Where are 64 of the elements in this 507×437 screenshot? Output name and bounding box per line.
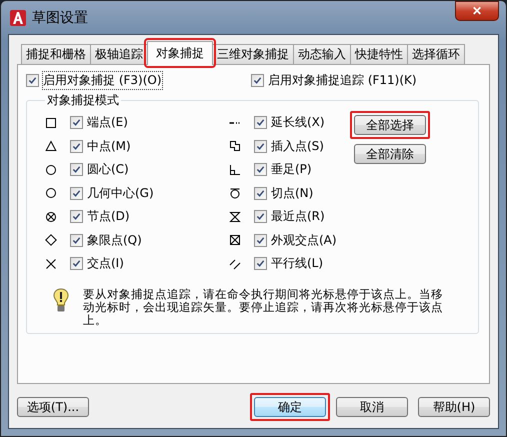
checkbox[interactable]	[251, 74, 264, 87]
crossed-square-icon	[229, 234, 241, 246]
checkbox[interactable]	[70, 210, 83, 224]
checkbox[interactable]	[254, 163, 267, 176]
checkbox-label[interactable]: 启用对象捕捉 (F3)(O)	[42, 71, 163, 90]
checkbox[interactable]	[70, 163, 83, 176]
checkbox-label[interactable]: 插入点(S)	[270, 136, 325, 156]
x-icon	[45, 258, 57, 270]
dialog-button[interactable]: 全部清除	[354, 144, 426, 164]
dialog-button[interactable]: 确定	[254, 397, 326, 417]
dialog-button[interactable]: 取消	[336, 397, 408, 417]
hourglass-icon	[229, 210, 241, 223]
checkbox-label[interactable]: 端点(E)	[86, 113, 129, 132]
checkbox[interactable]	[254, 116, 267, 130]
checkbox-label[interactable]: 启用对象捕捉追踪 (F11)(K)	[267, 71, 418, 90]
hint-text: 要从对象捕捉点追踪，请在命令执行期间将光标悬停于该点上。当移动光标时，会出现追踪矢量。要停止追踪，请再次将光标悬停于该点上。	[83, 288, 444, 326]
crossed-circle-icon	[45, 210, 57, 223]
checkbox[interactable]	[254, 257, 267, 270]
group-title: 对象捕捉模式	[46, 92, 120, 109]
tangent-icon	[229, 187, 241, 200]
checkbox-label[interactable]: 圆心(C)	[86, 160, 130, 180]
tab[interactable]: 三维对象捕捉	[212, 44, 294, 64]
checkbox-label[interactable]: 垂足(P)	[270, 160, 313, 180]
checkbox-label[interactable]: 切点(N)	[270, 184, 314, 203]
checkbox[interactable]	[70, 116, 83, 130]
tab[interactable]: 动态输入	[293, 44, 351, 64]
checkbox[interactable]	[254, 186, 267, 200]
dialog-button[interactable]: 帮助(H)	[418, 397, 490, 417]
checkbox[interactable]	[70, 257, 83, 270]
checkbox-label[interactable]: 象限点(Q)	[86, 230, 143, 250]
checkbox-label[interactable]: 平行线(L)	[270, 254, 324, 274]
checkbox[interactable]	[254, 234, 267, 247]
window-title: 草图设置	[32, 8, 88, 26]
diamond-icon	[45, 234, 57, 246]
checkbox-label[interactable]: 延长线(X)	[270, 113, 326, 132]
app-logo-icon	[10, 10, 26, 26]
parallel-lines-icon	[229, 258, 241, 270]
options-button[interactable]: 选项(T)...	[17, 397, 89, 417]
checkbox-label[interactable]: 几何中心(G)	[86, 184, 155, 203]
lightbulb-icon	[53, 288, 69, 314]
circle-icon	[45, 164, 57, 176]
perpendicular-icon	[229, 164, 241, 176]
triangle-icon	[45, 140, 57, 152]
checkbox[interactable]	[70, 234, 83, 247]
dialog-button[interactable]: 全部选择	[354, 115, 426, 135]
circle-icon	[45, 187, 57, 200]
checkbox[interactable]	[254, 210, 267, 224]
checkbox-label[interactable]: 最近点(R)	[270, 207, 326, 226]
tab[interactable]: 捕捉和栅格	[21, 44, 91, 64]
tab[interactable]: 快捷特性	[350, 44, 408, 64]
tab[interactable]: 对象捕捉	[147, 41, 213, 65]
checkbox-label[interactable]: 中点(M)	[86, 136, 132, 156]
checkbox-label[interactable]: 节点(D)	[86, 207, 131, 226]
square-icon	[45, 116, 57, 129]
checkbox[interactable]	[70, 186, 83, 200]
checkbox-label[interactable]: 外观交点(A)	[270, 230, 338, 250]
tab[interactable]: 选择循环	[407, 44, 465, 64]
checkbox[interactable]	[26, 74, 39, 87]
close-button[interactable]: ✕	[455, 1, 499, 21]
insertion-icon	[229, 140, 241, 152]
checkbox-label[interactable]: 交点(I)	[86, 254, 125, 274]
checkbox[interactable]	[254, 140, 267, 153]
checkbox[interactable]	[70, 140, 83, 153]
tab[interactable]: 极轴追踪	[90, 44, 148, 64]
